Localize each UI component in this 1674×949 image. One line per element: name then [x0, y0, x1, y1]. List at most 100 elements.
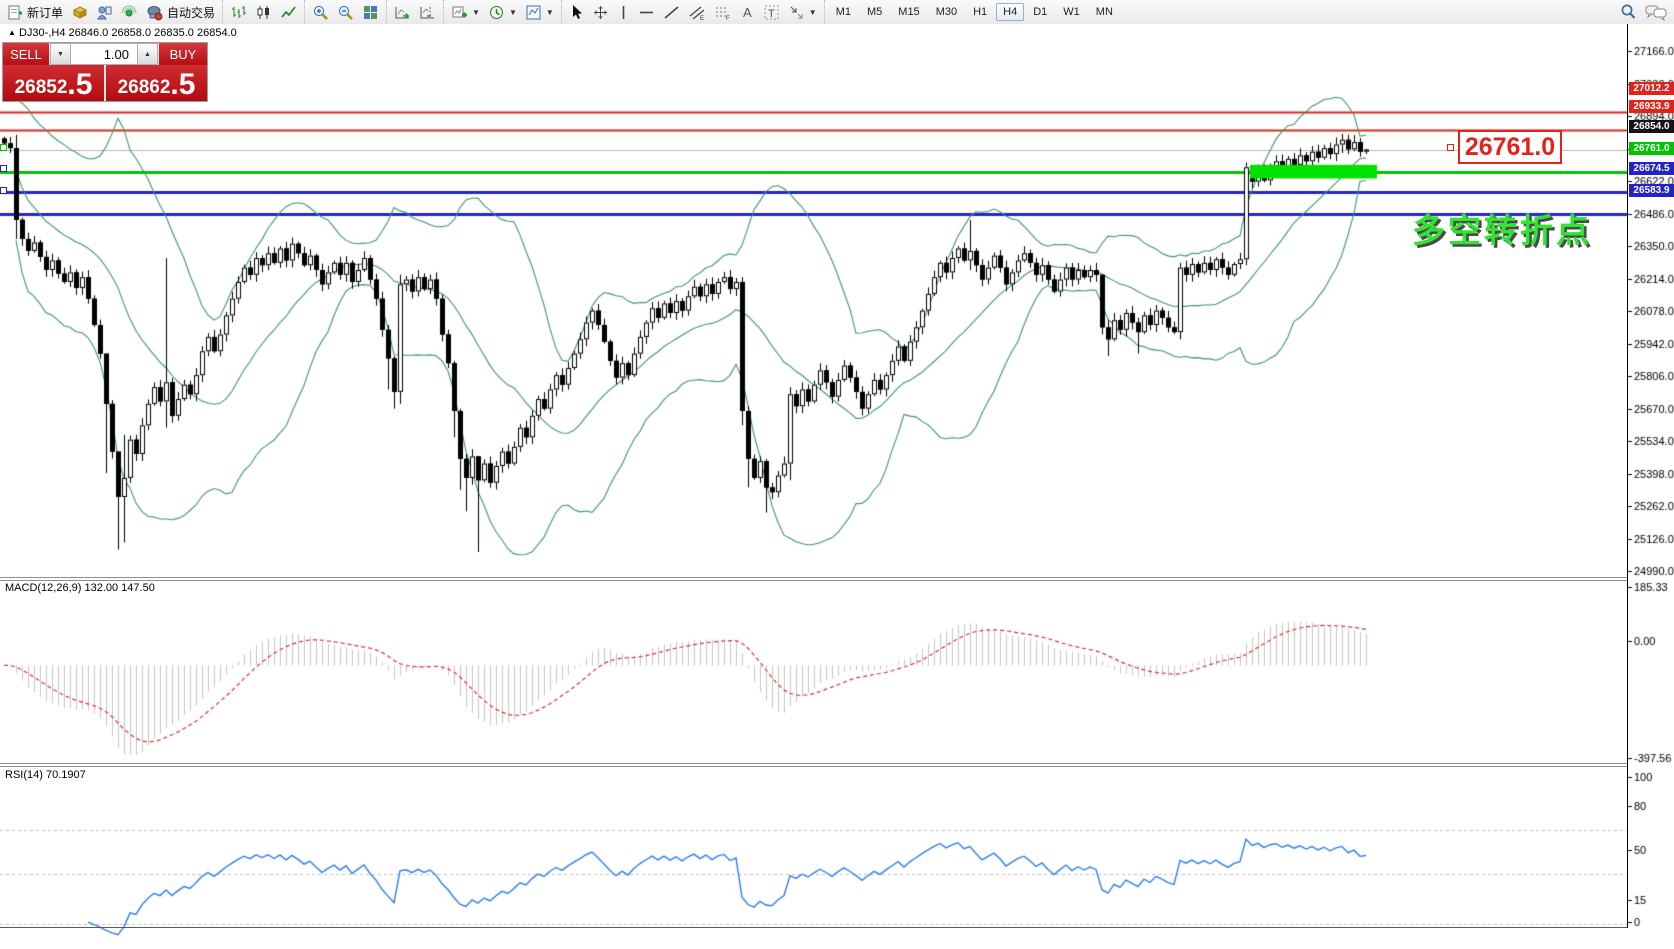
tile-windows-button[interactable] — [358, 1, 383, 23]
pane-splitter-macd[interactable] — [0, 577, 1674, 581]
data-window-button[interactable] — [92, 1, 117, 23]
text-label-button[interactable]: T — [759, 1, 784, 23]
pane-splitter-rsi[interactable] — [0, 763, 1674, 767]
chart-shift-button[interactable] — [415, 1, 440, 23]
timeframe-mn[interactable]: MN — [1089, 3, 1120, 21]
buy-price-main: 26862 — [118, 78, 171, 98]
buy-button[interactable]: BUY — [158, 43, 207, 65]
hline-handle-blue1[interactable] — [0, 165, 7, 172]
zoom-out-icon — [337, 4, 354, 21]
navigator-icon — [121, 4, 138, 21]
toolbar: 新订单 自动交易 — [0, 0, 1674, 25]
horizontal-line-icon — [638, 6, 655, 19]
chart-plot-area[interactable] — [0, 24, 1627, 949]
new-order-icon — [7, 4, 24, 21]
auto-trading-icon — [146, 4, 164, 21]
zoom-out-button[interactable] — [333, 1, 358, 23]
trendline-button[interactable] — [659, 1, 684, 23]
new-chart-icon — [451, 4, 468, 21]
current-price-badge: 26854.0 — [1629, 120, 1674, 133]
rsi-canvas[interactable] — [0, 790, 1627, 949]
chat-button[interactable] — [1641, 1, 1671, 23]
price-badge-26761.0: 26761.0 — [1629, 142, 1674, 155]
new-chart-button[interactable]: ▼ — [447, 1, 484, 23]
macd-label: MACD(12,26,9) 132.00 147.50 — [5, 582, 155, 594]
trendline-icon — [663, 4, 680, 21]
svg-text:A: A — [743, 5, 752, 20]
vertical-line-button[interactable] — [613, 1, 634, 23]
crosshair-icon — [592, 4, 609, 21]
line-chart-icon — [280, 4, 297, 21]
templates-button[interactable]: ▼ — [521, 1, 558, 23]
timeframe-w1[interactable]: W1 — [1056, 3, 1087, 21]
templates-icon — [525, 4, 542, 21]
turning-point-text[interactable]: 多空转折点 — [1412, 204, 1592, 252]
volume-decrease-button[interactable]: ▼ — [50, 43, 71, 65]
sell-price-frac: .5 — [67, 72, 92, 98]
zoom-in-button[interactable] — [308, 1, 333, 23]
line-chart-button[interactable] — [276, 1, 301, 23]
auto-scroll-button[interactable] — [390, 1, 415, 23]
bar-chart-button[interactable] — [226, 1, 251, 23]
channel-button[interactable]: E — [684, 1, 710, 23]
auto-trading-button[interactable]: 自动交易 — [142, 1, 219, 23]
timeframe-m1[interactable]: M1 — [829, 3, 858, 21]
buy-price[interactable]: 26862 .5 — [106, 65, 207, 101]
new-order-label: 新订单 — [27, 4, 63, 21]
candlestick-chart-button[interactable] — [251, 1, 276, 23]
rsi-label: RSI(14) 70.1907 — [5, 769, 86, 781]
market-watch-button[interactable] — [67, 1, 92, 23]
navigator-button[interactable] — [117, 1, 142, 23]
bar-chart-icon — [230, 4, 247, 21]
periods-button[interactable]: ▼ — [484, 1, 521, 23]
symbol-header: ▲ DJ30-,H4 26846.0 26858.0 26835.0 26854… — [8, 27, 237, 39]
fibonacci-button[interactable]: F — [710, 1, 736, 23]
timeframe-d1[interactable]: D1 — [1026, 3, 1054, 21]
collapse-triangle-icon[interactable]: ▲ — [8, 28, 16, 37]
price-badge-26583.9: 26583.9 — [1629, 184, 1674, 197]
volume-increase-button[interactable]: ▲ — [137, 43, 158, 65]
price-badge-27012.2: 27012.2 — [1629, 82, 1674, 95]
main-price-canvas[interactable] — [0, 48, 1627, 601]
fibonacci-icon: F — [714, 4, 732, 21]
one-click-trading-panel: SELL ▼ 1.00 ▲ BUY 26852 .5 26862 .5 — [3, 43, 207, 101]
arrows-button[interactable]: ▼ — [784, 1, 821, 23]
price-box-anchor-handle[interactable] — [1447, 144, 1454, 151]
chart-shift-icon — [419, 4, 436, 21]
symbol-name: DJ30-,H4 — [19, 27, 65, 39]
timeframe-h1[interactable]: H1 — [966, 3, 994, 21]
price-label-box[interactable]: 26761.0 — [1458, 130, 1562, 164]
templates-dropdown-arrow: ▼ — [546, 8, 554, 17]
auto-scroll-icon — [394, 4, 411, 21]
timeframe-m5[interactable]: M5 — [860, 3, 889, 21]
text-label-icon: T — [763, 4, 780, 21]
svg-text:E: E — [700, 16, 704, 21]
timeframe-m30[interactable]: M30 — [929, 3, 964, 21]
periods-dropdown-arrow: ▼ — [509, 8, 517, 17]
timeframe-h4[interactable]: H4 — [996, 3, 1024, 21]
crosshair-button[interactable] — [588, 1, 613, 23]
hline-handle-green[interactable] — [0, 144, 7, 151]
hline-handle-blue2[interactable] — [0, 187, 7, 194]
symbol-ohlc: 26846.0 26858.0 26835.0 26854.0 — [69, 27, 237, 39]
price-badge-26674.5: 26674.5 — [1629, 162, 1674, 175]
timeframe-m15[interactable]: M15 — [891, 3, 926, 21]
sell-button[interactable]: SELL — [3, 43, 50, 65]
macd-canvas[interactable] — [0, 604, 1627, 789]
price-axis[interactable] — [1627, 24, 1674, 928]
arrows-dropdown-arrow: ▼ — [809, 8, 817, 17]
cursor-button[interactable] — [565, 1, 588, 23]
text-button[interactable]: A — [736, 1, 759, 23]
horizontal-line-button[interactable] — [634, 1, 659, 23]
new-order-button[interactable]: 新订单 — [3, 1, 67, 23]
auto-trading-label: 自动交易 — [167, 4, 215, 21]
sell-price[interactable]: 26852 .5 — [3, 65, 106, 101]
svg-text:T: T — [768, 8, 775, 20]
volume-input[interactable]: 1.00 — [71, 43, 137, 65]
mt4-window: 新订单 自动交易 — [0, 0, 1674, 949]
market-watch-icon — [71, 4, 88, 21]
timeframe-group: M1M5M15M30H1H4D1W1MN — [824, 0, 1124, 24]
sell-price-main: 26852 — [15, 78, 68, 98]
search-button[interactable] — [1615, 1, 1641, 23]
data-window-icon — [96, 4, 113, 21]
